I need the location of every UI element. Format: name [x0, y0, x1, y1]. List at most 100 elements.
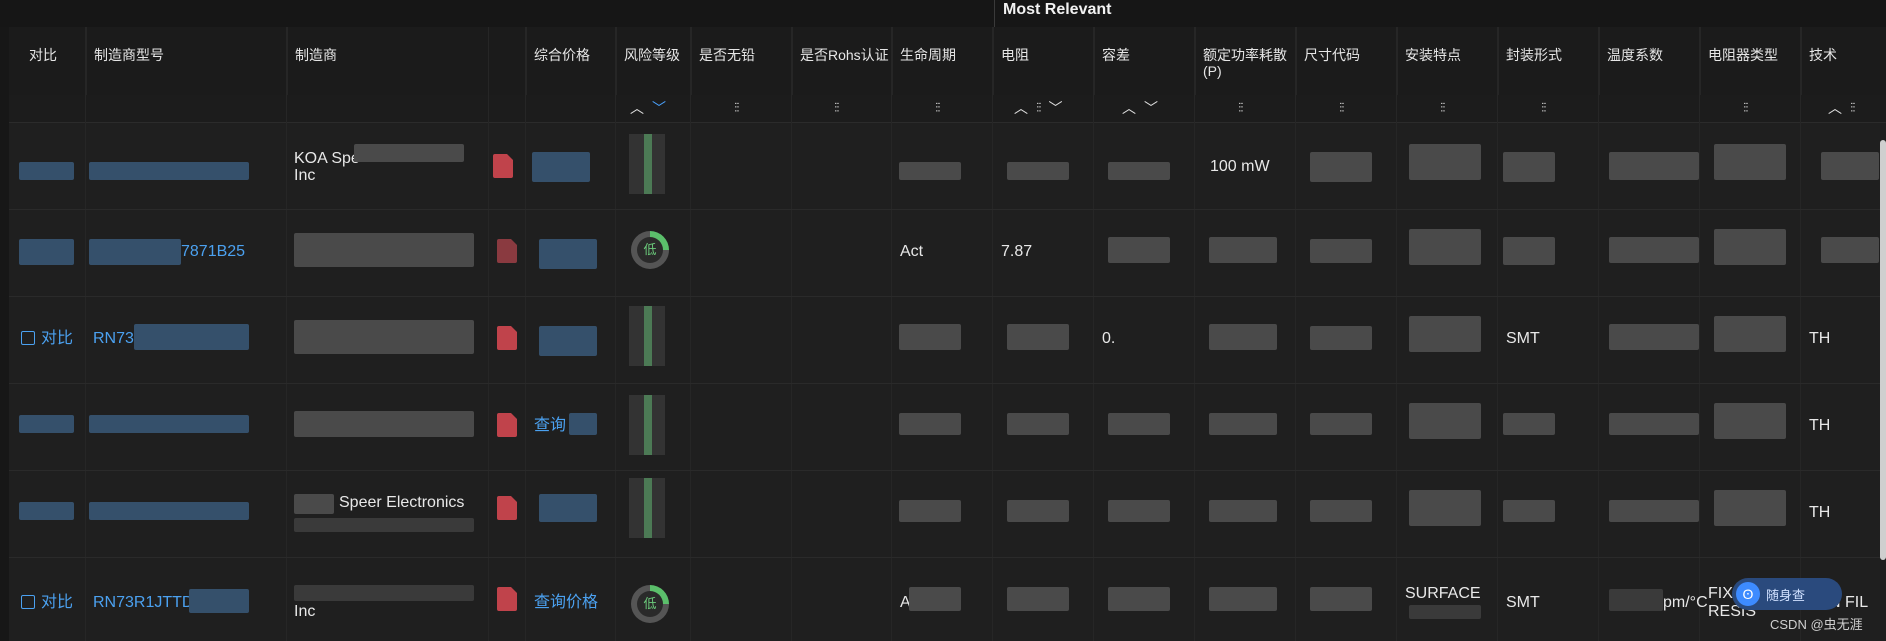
filter-icon[interactable]: ⫶⫶ [1541, 100, 1546, 116]
rohs-filter[interactable]: ⫶⫶ [834, 99, 839, 117]
blurred-model [134, 324, 249, 350]
pdf-icon[interactable] [497, 239, 517, 263]
header-package[interactable]: 封装形式 [1498, 27, 1596, 95]
blurred-lifecycle [899, 413, 961, 435]
header-rohs[interactable]: 是否Rohs认证 [792, 27, 890, 95]
table-row[interactable]: 查询 TH [9, 383, 1886, 471]
blurred-lifecycle [909, 587, 961, 611]
blurred-power [1209, 324, 1277, 350]
filter-icon[interactable]: ⫶⫶ [1743, 100, 1748, 116]
mount-filter[interactable]: ⫶⫶ [1440, 99, 1445, 117]
compare-label[interactable]: 对比 [41, 594, 73, 612]
blurred-temp [1609, 237, 1699, 263]
power-filter[interactable]: ⫶⫶ [1238, 99, 1243, 117]
blurred-mount [1409, 490, 1481, 526]
sort-up-icon[interactable]: ︿ [1828, 101, 1842, 115]
blurred-size [1310, 500, 1372, 522]
header-resistance[interactable]: 电阻 [993, 27, 1091, 95]
blurred-model [89, 239, 181, 265]
blurred-resistance [1007, 500, 1069, 522]
blurred-price [569, 413, 597, 435]
tech-value: TH [1809, 330, 1831, 347]
maker-text: KOA Spe [294, 150, 360, 167]
header-res-type[interactable]: 电阻器类型 [1700, 27, 1798, 95]
package-filter[interactable]: ⫶⫶ [1541, 99, 1546, 117]
header-lead-free[interactable]: 是否无铅 [691, 27, 786, 95]
blurred-size [1310, 152, 1372, 182]
blurred-temp [1609, 500, 1699, 522]
sort-up-icon[interactable]: ︿ [630, 101, 644, 115]
model-link[interactable]: RN73R1JTTD [93, 594, 193, 612]
lifecycle-filter[interactable]: ⫶⫶ [935, 99, 940, 117]
sort-down-icon[interactable]: ﹀ [652, 101, 666, 115]
filter-icon[interactable]: ⫶⫶ [1440, 100, 1445, 116]
table-row[interactable]: 7871B25 低 Act 7.87 [9, 209, 1886, 297]
suishencha-badge[interactable]: ʘ 随身查 [1732, 578, 1842, 610]
pdf-icon[interactable] [497, 587, 517, 611]
header-temp[interactable]: 温度系数 [1599, 27, 1697, 95]
blurred-temp [1609, 324, 1699, 350]
risk-gauge-icon: 低 [631, 231, 669, 269]
tech-sort-filter[interactable]: ︿ ⫶⫶ [1828, 99, 1855, 117]
header-size[interactable]: 尺寸代码 [1296, 27, 1394, 95]
blurred-mount [1409, 229, 1481, 265]
filter-icon[interactable]: ⫶⫶ [1238, 100, 1243, 116]
filter-icon[interactable]: ⫶⫶ [935, 100, 940, 116]
sort-filter-row [9, 95, 1886, 123]
blurred-maker [294, 585, 474, 601]
header-power[interactable]: 额定功率耗散 (P) [1195, 27, 1293, 95]
table-row[interactable]: KOA Spe Inc 100 mW [9, 122, 1886, 210]
model-link[interactable]: 7871B25 [181, 243, 245, 261]
header-compare: 对比 [29, 47, 57, 63]
size-filter[interactable]: ⫶⫶ [1339, 99, 1344, 117]
header-tech[interactable]: 技术 [1801, 27, 1886, 95]
header-lifecycle[interactable]: 生命周期 [892, 27, 990, 95]
filter-icon[interactable]: ⫶⫶ [734, 100, 739, 116]
table-row[interactable]: 对比 RN73R 0. SMT TH [9, 296, 1886, 384]
resistance-sort-filter[interactable]: ︿ ⫶⫶ ﹀ [1014, 99, 1063, 117]
blurred-model [89, 415, 249, 433]
blurred-package [1503, 152, 1555, 182]
filter-icon[interactable]: ⫶⫶ [834, 100, 839, 116]
pdf-icon[interactable] [497, 413, 517, 437]
blurred-res-type [1714, 490, 1786, 526]
res-type-filter[interactable]: ⫶⫶ [1743, 99, 1748, 117]
blurred-tolerance [1108, 162, 1170, 180]
header-tolerance[interactable]: 容差 [1094, 27, 1192, 95]
blurred-mount [1409, 316, 1481, 352]
vertical-scrollbar[interactable] [1880, 140, 1886, 560]
maker-text: Speer Electronics [339, 494, 465, 511]
price-link[interactable]: 查询价格 [534, 594, 598, 612]
filter-icon[interactable]: ⫶⫶ [1850, 100, 1855, 116]
blurred-mount [1409, 605, 1481, 619]
blurred-res-type [1714, 229, 1786, 265]
tolerance-sort[interactable]: ︿ ﹀ [1122, 99, 1158, 117]
suishencha-logo-icon: ʘ [1736, 582, 1760, 606]
blurred-res-type [1714, 316, 1786, 352]
sort-down-icon[interactable]: ﹀ [1144, 101, 1158, 115]
pdf-icon[interactable] [493, 154, 513, 178]
header-maker: 制造商 [287, 27, 487, 95]
pdf-icon[interactable] [497, 496, 517, 520]
filter-icon[interactable]: ⫶⫶ [1036, 100, 1041, 116]
blurred-power [1209, 587, 1277, 611]
risk-sort[interactable]: ︿ ﹀ [630, 99, 666, 117]
tech-value: TH [1809, 504, 1831, 521]
blurred-resistance [1007, 413, 1069, 435]
sort-down-icon[interactable]: ﹀ [1049, 101, 1063, 115]
table-row[interactable]: 对比 RN73R1JTTD Inc 查询价格 低 A SURFACE SMT p… [9, 557, 1886, 641]
sort-up-icon[interactable]: ︿ [1014, 101, 1028, 115]
header-mount[interactable]: 安装特点 [1397, 27, 1495, 95]
blurred-mount [1409, 144, 1481, 180]
compare-checkbox[interactable] [21, 331, 35, 345]
filter-icon[interactable]: ⫶⫶ [1339, 100, 1344, 116]
pdf-icon[interactable] [497, 326, 517, 350]
compare-label[interactable]: 对比 [41, 330, 73, 348]
price-link[interactable]: 查询 [534, 417, 566, 435]
table-row[interactable]: Speer Electronics TH [9, 470, 1886, 558]
header-price[interactable]: 综合价格 [526, 27, 612, 95]
lead-free-filter[interactable]: ⫶⫶ [734, 99, 739, 117]
compare-checkbox[interactable] [21, 595, 35, 609]
sort-up-icon[interactable]: ︿ [1122, 101, 1136, 115]
blurred-compare [19, 415, 74, 433]
